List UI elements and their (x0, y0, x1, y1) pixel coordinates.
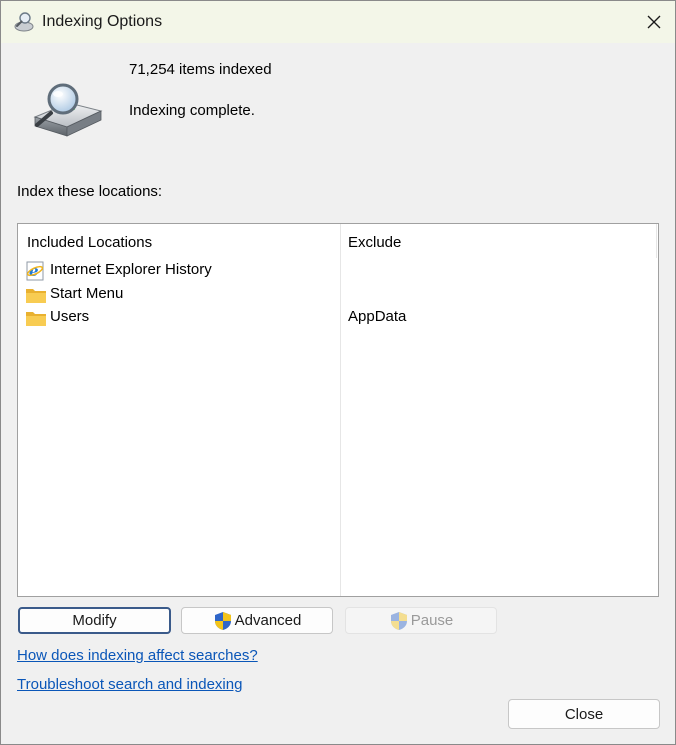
folder-icon (26, 289, 46, 303)
indexing-drive-magnifier-icon (33, 83, 103, 137)
location-name: Users (50, 308, 90, 325)
header-edge (656, 224, 657, 258)
location-exclude: AppData (348, 308, 407, 325)
search-index-icon (14, 12, 34, 32)
pause-button-label: Pause (410, 612, 454, 629)
uac-shield-icon (390, 611, 407, 630)
modify-button[interactable]: Modify (18, 607, 171, 634)
list-item[interactable]: e Internet Explorer History (18, 260, 658, 283)
list-item[interactable]: Users AppData (18, 307, 658, 330)
pause-button[interactable]: Pause (345, 607, 497, 634)
close-button[interactable]: Close (508, 699, 660, 729)
location-name: Start Menu (50, 285, 124, 302)
title-bar[interactable]: Indexing Options (1, 1, 675, 43)
column-header-exclude[interactable]: Exclude (348, 234, 401, 251)
folder-icon (26, 312, 46, 326)
location-name: Internet Explorer History (50, 261, 212, 278)
how-indexing-affects-link[interactable]: How does indexing affect searches? (17, 647, 258, 664)
advanced-button-label: Advanced (234, 612, 302, 629)
column-header-included[interactable]: Included Locations (27, 234, 152, 251)
window-title: Indexing Options (42, 13, 163, 30)
close-button-label: Close (564, 705, 604, 723)
uac-shield-icon (214, 611, 231, 630)
modify-button-label: Modify (72, 612, 117, 629)
locations-list[interactable]: Included Locations Exclude e Internet Ex… (17, 223, 659, 597)
troubleshoot-link[interactable]: Troubleshoot search and indexing (17, 676, 242, 693)
list-item[interactable]: Start Menu (18, 284, 658, 307)
indexing-options-window: Indexing Options 71,254 items indexed In… (0, 0, 676, 745)
indexing-status: Indexing complete. (129, 102, 255, 119)
items-indexed-count: 71,254 items indexed (129, 61, 272, 78)
locations-label: Index these locations: (17, 183, 163, 200)
internet-explorer-icon: e (26, 261, 44, 281)
close-window-button[interactable] (635, 4, 673, 40)
advanced-button[interactable]: Advanced (181, 607, 333, 634)
close-icon (647, 15, 661, 29)
